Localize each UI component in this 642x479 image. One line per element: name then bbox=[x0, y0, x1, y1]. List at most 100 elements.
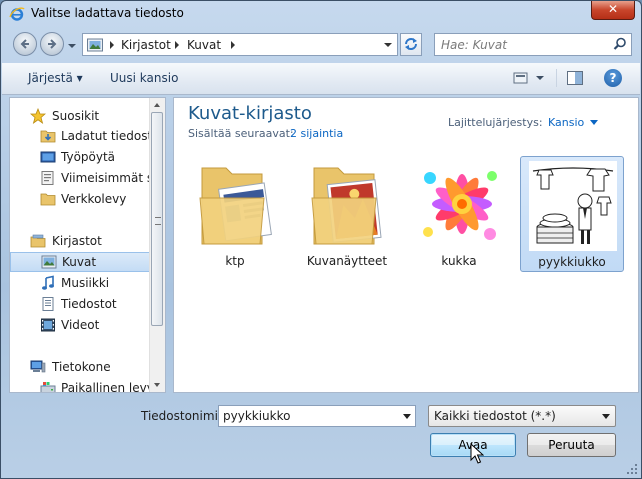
scroll-up-icon[interactable] bbox=[154, 103, 160, 107]
file-item-label: Kuvanäytteet bbox=[306, 254, 388, 268]
libraries-icon bbox=[30, 234, 46, 248]
nav-item-desktop-label: Työpöytä bbox=[61, 150, 116, 164]
library-locations-link[interactable]: 2 sijaintia bbox=[290, 127, 343, 140]
navigation-pane: Suosikit Ladatut tiedostot Työpöytä Viim… bbox=[9, 97, 166, 393]
preview-pane-button[interactable] bbox=[566, 69, 584, 90]
downloads-folder-icon bbox=[40, 130, 56, 143]
new-folder-button[interactable]: Uusi kansio bbox=[110, 71, 178, 85]
nav-item-downloads-label: Ladatut tiedostot bbox=[61, 129, 150, 143]
chevron-right-icon[interactable] bbox=[108, 40, 116, 50]
cancel-button[interactable]: Peruuta bbox=[527, 433, 616, 457]
preview-pane-icon bbox=[567, 71, 583, 85]
scrollbar-thumb[interactable] bbox=[151, 112, 163, 326]
arrow-right-icon bbox=[48, 39, 57, 49]
sort-label: Lajittelujärjestys: bbox=[448, 116, 543, 129]
music-icon bbox=[42, 275, 54, 290]
filename-value: pyykkiukko bbox=[223, 409, 291, 423]
mouse-cursor-icon bbox=[470, 443, 484, 464]
sort-dropdown-icon[interactable] bbox=[590, 120, 598, 126]
resize-grip-icon[interactable] bbox=[626, 463, 638, 475]
address-dropdown-icon[interactable] bbox=[382, 38, 394, 52]
breadcrumb-pictures[interactable]: Kuvat bbox=[187, 38, 221, 52]
nav-item-recent-places-label: Viimeisimmät sijainnit bbox=[61, 171, 150, 185]
flower-image-icon bbox=[416, 160, 504, 250]
history-dropdown-icon[interactable] bbox=[67, 41, 77, 51]
nav-computer-label: Tietokone bbox=[52, 360, 111, 374]
recent-places-icon bbox=[41, 171, 54, 185]
navigation-pane-scrollbar[interactable] bbox=[149, 98, 165, 392]
file-item-label: kukka bbox=[441, 254, 477, 268]
nav-item-downloads[interactable]: Ladatut tiedostot bbox=[10, 126, 150, 146]
nav-item-pictures[interactable]: Kuvat bbox=[10, 252, 151, 272]
chevron-down-icon bbox=[602, 414, 610, 419]
chevron-right-icon[interactable] bbox=[173, 40, 181, 50]
search-placeholder: Hae: Kuvat bbox=[441, 38, 507, 52]
nav-item-pictures-label: Kuvat bbox=[62, 255, 97, 269]
computer-icon bbox=[30, 360, 46, 373]
breadcrumb-libraries[interactable]: Kirjastot bbox=[121, 38, 171, 52]
file-item-kuvanaytteet[interactable]: Kuvanäytteet bbox=[296, 156, 400, 272]
arrow-left-icon bbox=[20, 39, 29, 49]
videos-icon bbox=[41, 318, 55, 332]
folder-icon bbox=[199, 167, 272, 245]
filename-label: Tiedostonimi: bbox=[141, 409, 222, 423]
title-bar[interactable]: Valitse ladattava tiedosto ✕ bbox=[1, 1, 641, 27]
grip-icon bbox=[155, 217, 161, 225]
file-item-label: ktp bbox=[225, 254, 245, 268]
internet-explorer-icon bbox=[9, 7, 25, 21]
star-icon bbox=[30, 108, 46, 124]
file-item-ktp[interactable]: ktp bbox=[184, 156, 288, 272]
file-item-kukka[interactable]: kukka bbox=[408, 156, 512, 272]
search-icon[interactable] bbox=[613, 37, 627, 51]
refresh-icon bbox=[405, 38, 417, 50]
chevron-right-icon[interactable] bbox=[229, 40, 237, 50]
pictures-library-icon bbox=[87, 38, 103, 52]
nav-item-documents-label: Tiedostot bbox=[61, 297, 117, 311]
file-item-label: pyykkiukko bbox=[538, 255, 606, 269]
nav-item-videos-label: Videot bbox=[61, 318, 100, 332]
scroll-down-icon[interactable] bbox=[154, 383, 160, 387]
nav-computer[interactable]: Tietokone bbox=[10, 357, 150, 377]
search-box[interactable]: Hae: Kuvat bbox=[434, 33, 632, 56]
file-open-dialog: Valitse ladattava tiedosto ✕ Kirjastot K… bbox=[0, 0, 642, 479]
file-item-pyykkiukko[interactable]: pyykkiukko bbox=[520, 156, 624, 272]
nav-item-network-drive[interactable]: Verkkolevy bbox=[10, 189, 150, 209]
command-bar: Järjestä ▾ Uusi kansio ? bbox=[2, 63, 640, 95]
navigation-bar: Kirjastot Kuvat Hae: Kuvat bbox=[1, 29, 641, 61]
chevron-down-icon[interactable] bbox=[403, 414, 411, 420]
file-list-pane: Kuvat-kirjasto Sisältää seuraavat: 2 sij… bbox=[173, 97, 639, 393]
close-button[interactable]: ✕ bbox=[591, 1, 635, 20]
change-view-button[interactable] bbox=[512, 69, 546, 90]
refresh-button[interactable] bbox=[400, 33, 422, 56]
toolbar-separator bbox=[556, 69, 557, 87]
nav-item-local-disk-label: Paikallinen levy ( bbox=[61, 381, 150, 393]
laundry-man-image-icon bbox=[529, 161, 617, 251]
view-options-icon bbox=[513, 72, 544, 84]
library-title: Kuvat-kirjasto bbox=[188, 103, 312, 124]
back-button[interactable] bbox=[13, 32, 37, 56]
local-disk-icon bbox=[40, 382, 56, 392]
folder-icon bbox=[40, 193, 56, 206]
nav-item-desktop[interactable]: Työpöytä bbox=[10, 147, 150, 167]
organize-button[interactable]: Järjestä ▾ bbox=[28, 71, 83, 85]
window-title: Valitse ladattava tiedosto bbox=[31, 6, 184, 20]
nav-item-videos[interactable]: Videot bbox=[10, 315, 150, 335]
nav-item-local-disk[interactable]: Paikallinen levy ( bbox=[10, 378, 150, 393]
nav-favorites[interactable]: Suosikit bbox=[10, 106, 150, 126]
nav-libraries[interactable]: Kirjastot bbox=[10, 231, 150, 251]
filename-input[interactable]: pyykkiukko bbox=[218, 405, 416, 427]
nav-item-music[interactable]: Musiikki bbox=[10, 273, 150, 293]
pictures-library-icon bbox=[41, 255, 57, 269]
nav-favorites-label: Suosikit bbox=[52, 109, 100, 123]
documents-icon bbox=[42, 297, 54, 311]
nav-item-documents[interactable]: Tiedostot bbox=[10, 294, 150, 314]
filetype-select[interactable]: Kaikki tiedostot (*.*) bbox=[428, 405, 616, 427]
folder-icon bbox=[311, 167, 382, 245]
library-subtitle: Sisältää seuraavat: bbox=[188, 127, 294, 140]
forward-button[interactable] bbox=[40, 32, 64, 56]
address-bar[interactable]: Kirjastot Kuvat bbox=[82, 33, 398, 56]
sort-value[interactable]: Kansio bbox=[548, 116, 584, 129]
nav-item-music-label: Musiikki bbox=[61, 276, 110, 290]
help-button[interactable]: ? bbox=[604, 69, 622, 87]
nav-item-recent-places[interactable]: Viimeisimmät sijainnit bbox=[10, 168, 150, 188]
